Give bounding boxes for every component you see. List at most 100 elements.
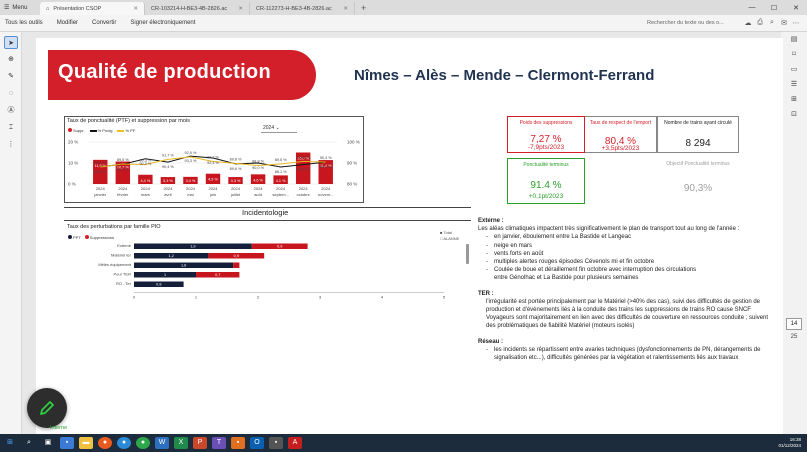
firefox-icon[interactable]: ● [98, 437, 112, 449]
search-icon[interactable]: ⌕ [766, 19, 778, 27]
x-tick-label: 2024 [299, 186, 309, 191]
page-title: Qualité de production [58, 61, 271, 83]
bar-data-label: 0,8 [156, 283, 161, 287]
kpi-ponctualite: Ponctualité terminus 91.4 % +0,1pt/2023 [507, 158, 585, 204]
externe-list: en janvier, éboulement entre La Bastide … [478, 233, 776, 274]
x-tick-label: juin [209, 192, 216, 197]
e-sign-button[interactable]: Signer électroniquement [130, 20, 195, 26]
new-tab-button[interactable]: + [355, 3, 372, 13]
comments-icon[interactable]: ▭ [781, 65, 807, 77]
ter-heading: TER : [478, 290, 494, 297]
pen-icon[interactable]: ✎ [4, 70, 18, 83]
attachments-icon[interactable]: ⊡ [781, 110, 807, 122]
more-icon[interactable]: ⋯ [790, 19, 802, 27]
punctuality-chart: Taux de ponctualité (PTF) et suppression… [64, 116, 364, 203]
all-tools-button[interactable]: Tous les outils [5, 20, 43, 26]
list-item: en janvier, éboulement entre La Bastide … [486, 233, 776, 241]
bar-data-label: 1,6 [181, 264, 186, 268]
chrome-icon[interactable]: ● [136, 437, 150, 449]
text-edit-icon[interactable]: Ⓐ [4, 104, 18, 117]
bar-data-label: 1,2 [169, 254, 174, 258]
minimize-button[interactable]: — [741, 4, 763, 12]
line-data-label: 88,8 % [252, 160, 264, 164]
close-tab-icon[interactable]: ✕ [133, 6, 138, 12]
divider [64, 220, 471, 221]
y-left-tick-label: 10 % [68, 161, 78, 166]
tab-presentation[interactable]: ⌂ Présentation CSOP ✕ [40, 2, 145, 15]
tab-document-1[interactable]: CR-103214-H-BE3-4B-2826.ac ✕ [145, 2, 250, 15]
hamburger-icon: ☰ [4, 5, 10, 11]
home-icon: ⌂ [46, 5, 50, 12]
x-tick-label: 2024 [118, 186, 128, 191]
lasso-icon[interactable]: ◌ [4, 87, 18, 100]
close-tab-icon[interactable]: ✕ [343, 6, 348, 12]
mail-icon[interactable]: ✉ [778, 19, 790, 27]
x-tick-label: 2024 [209, 186, 219, 191]
windows-start-icon[interactable]: ⊞ [3, 437, 17, 449]
bar-data-label: 1,9 [190, 245, 195, 249]
excel-icon[interactable]: X [174, 437, 188, 449]
outlook-icon[interactable]: O [250, 437, 264, 449]
x-tick-label: octobre [297, 192, 311, 197]
x-tick-label: avril [164, 192, 171, 197]
close-tab-icon[interactable]: ✕ [238, 6, 243, 12]
bar-data-label: 4,1 % [276, 179, 286, 183]
edge-icon[interactable]: ● [117, 437, 131, 449]
line-data-label: 89,5 % [275, 158, 287, 162]
list-item: les incidents se répartissent entre avar… [486, 346, 776, 362]
section-title-incidentologie: Incidentologie [242, 208, 289, 217]
folder-icon[interactable]: ▬ [79, 437, 93, 449]
chart2-plot: Externe 1,9 0,9 Matériel ter 1,2 0,9 Mêlés équ… [98, 243, 446, 300]
tab-document-2[interactable]: CR-112273-H-BE3-4B-2826.ac ✕ [250, 2, 355, 15]
title-banner: Qualité de production [48, 50, 316, 100]
word-icon[interactable]: W [155, 437, 169, 449]
reseau-heading: Réseau : [478, 338, 504, 345]
maximize-button[interactable]: ☐ [763, 4, 785, 12]
close-window-button[interactable]: ✕ [785, 4, 807, 12]
acrobat-icon[interactable]: A [288, 437, 302, 449]
x-tick-label: 2024 [163, 186, 173, 191]
task-view-icon[interactable]: ▣ [41, 437, 55, 449]
line-data-label: 92,4 % [207, 161, 219, 165]
bookmark-icon[interactable]: ⌑ [781, 50, 807, 62]
category-label: Externe [117, 243, 132, 248]
page-number-input[interactable]: 14 [786, 318, 802, 330]
notes-panel: Externe : Les aléas climatiques impacten… [478, 217, 776, 362]
select-cursor-icon[interactable]: ➤ [4, 36, 18, 49]
line-data-label: 90,0 % [252, 166, 264, 170]
powerpoint-icon[interactable]: P [193, 437, 207, 449]
y-right-tick-label: 90 % [347, 161, 357, 166]
bar-data-label: 4,6 % [253, 178, 263, 182]
comment-icon[interactable]: ⋮ [4, 138, 18, 151]
panel-toggle-icon[interactable]: ▤ [781, 35, 807, 47]
list-item: vents forts en août [486, 250, 776, 258]
x-tick-label: février [117, 192, 129, 197]
line-data-label: 90,4 % [162, 165, 174, 169]
line-data-label: 88,1 % [275, 170, 287, 174]
convert-button[interactable]: Convertir [92, 20, 116, 26]
layers-icon[interactable]: ⊞ [781, 95, 807, 107]
edit-button[interactable]: Modifier [57, 20, 78, 26]
x-tick-label: 2024 [96, 186, 106, 191]
app-icon[interactable]: ▪ [60, 437, 74, 449]
line-data-label: 93,3 % [185, 159, 197, 163]
line-data-label: 92,9 % [185, 151, 197, 155]
search-input[interactable]: Rechercher du texte ou des o... [647, 20, 742, 26]
edit-fab-button[interactable] [27, 388, 67, 428]
text-select-icon[interactable]: ⌶ [4, 121, 18, 134]
pages-icon[interactable]: ☰ [781, 80, 807, 92]
suppression-bar [233, 262, 240, 268]
teams-icon[interactable]: T [212, 437, 226, 449]
x-tick-label: novem... [318, 192, 333, 197]
system-clock[interactable]: 16:38 01/12/2024 [778, 437, 807, 449]
menu-button[interactable]: ☰ Menu [0, 4, 40, 12]
print-icon[interactable]: ⎙ [754, 19, 766, 27]
page-total: 25 [790, 334, 798, 340]
search-icon[interactable]: ⌕ [22, 437, 36, 449]
app-icon[interactable]: ▪ [269, 437, 283, 449]
cloud-icon[interactable]: ☁ [742, 19, 754, 27]
app-icon[interactable]: ▪ [231, 437, 245, 449]
zoom-icon[interactable]: ⊕ [4, 53, 18, 66]
x-tick-label: 4 [381, 295, 384, 300]
bar-data-label: 0,7 [215, 273, 220, 277]
